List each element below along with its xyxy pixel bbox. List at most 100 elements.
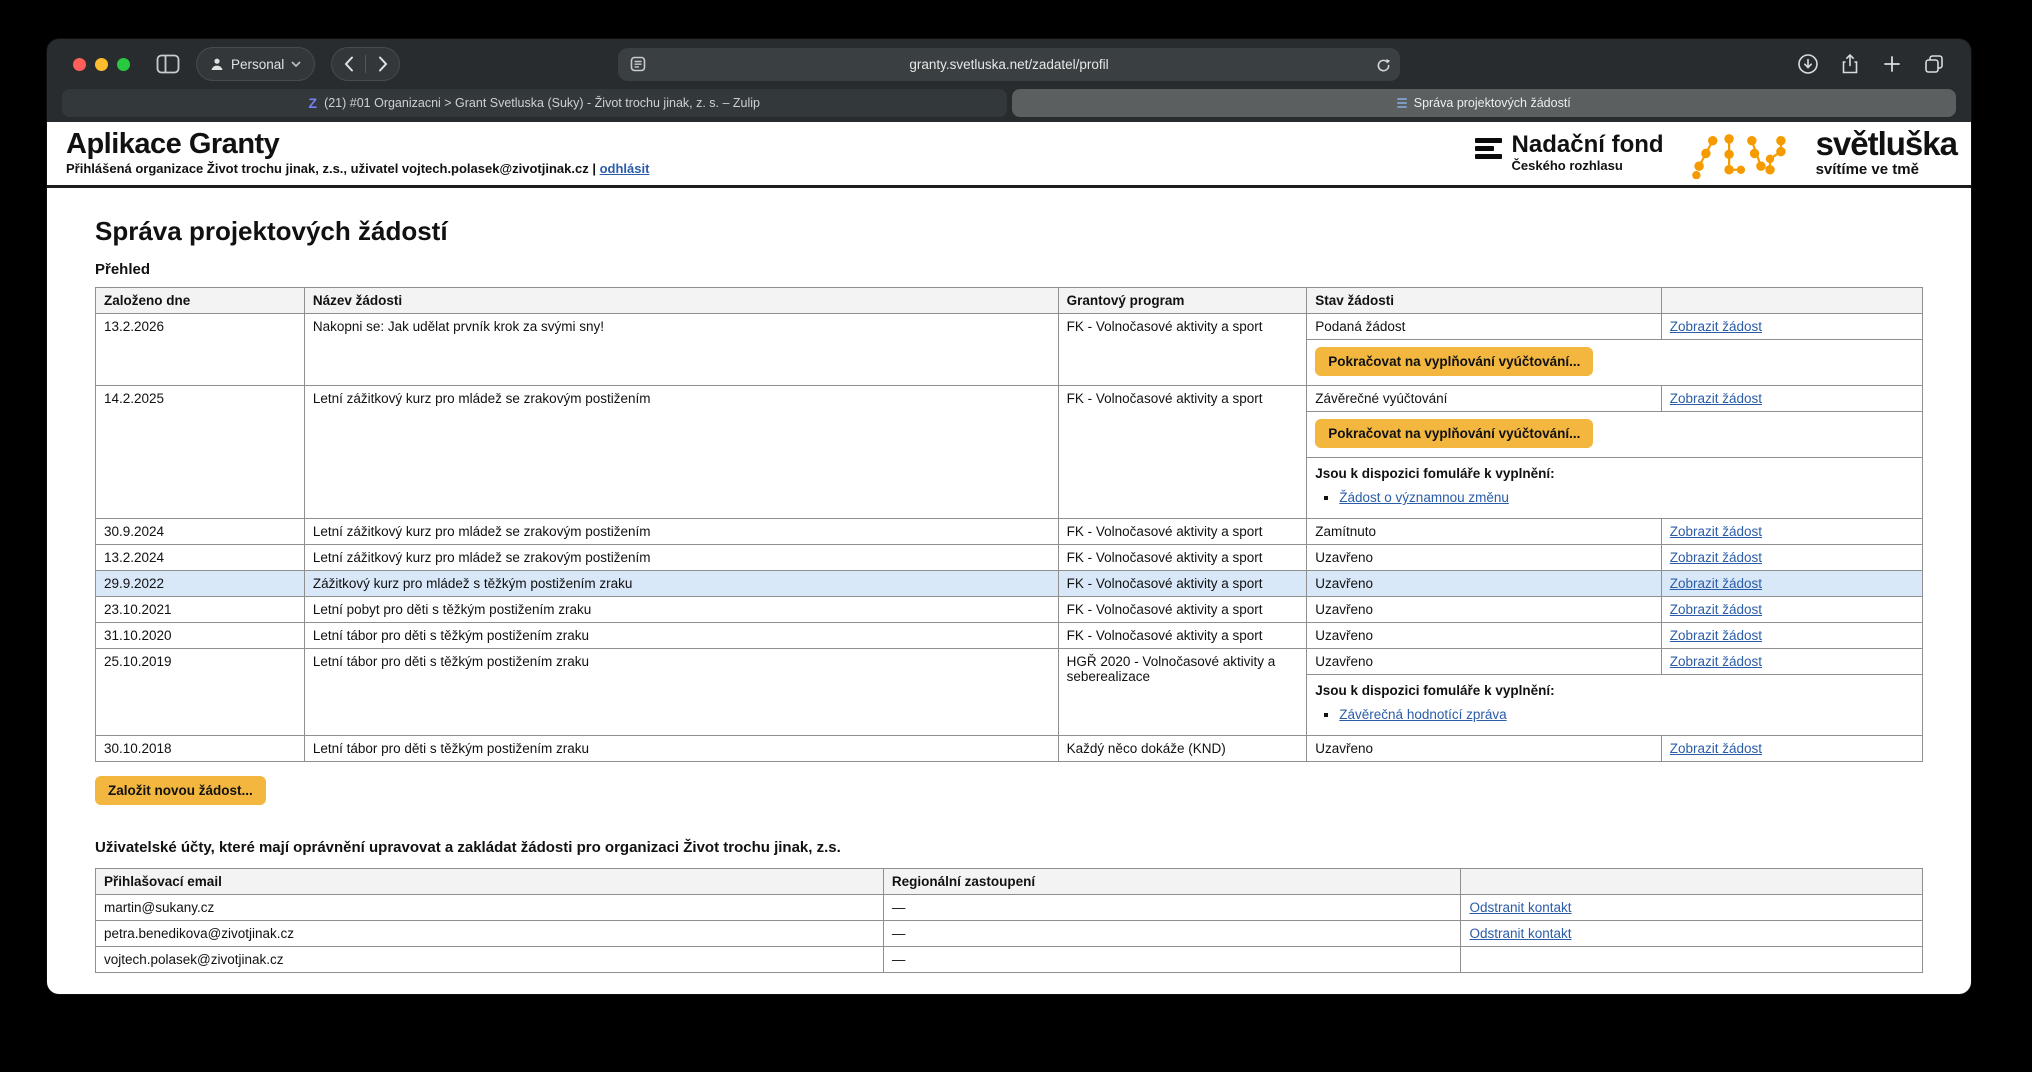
- continue-accounting-button[interactable]: Pokračovat na vyplňování vyúčtování...: [1315, 347, 1593, 376]
- col-header-status: Stav žádosti: [1307, 288, 1661, 314]
- view-application-link[interactable]: Zobrazit žádost: [1670, 576, 1762, 591]
- cell-continue: Pokračovat na vyplňování vyúčtování...: [1307, 340, 1923, 386]
- cell-region: —: [883, 921, 1461, 947]
- cell-actions: Zobrazit žádost: [1661, 736, 1922, 762]
- cell-status: Uzavřeno: [1307, 623, 1661, 649]
- cell-program: Každý něco dokáže (KND): [1058, 736, 1307, 762]
- table-header-row: Založeno dne Název žádosti Grantový prog…: [96, 288, 1923, 314]
- view-application-link[interactable]: Zobrazit žádost: [1670, 319, 1762, 334]
- reload-button[interactable]: [1372, 54, 1394, 76]
- cell-status: Uzavřeno: [1307, 571, 1661, 597]
- cell-actions: Zobrazit žádost: [1661, 314, 1922, 340]
- cell-region: —: [883, 895, 1461, 921]
- tab-overview-icon: [1923, 53, 1945, 75]
- table-row: 13.2.2024 Letní zážitkový kurz pro mláde…: [96, 545, 1923, 571]
- chevron-down-icon: [291, 61, 301, 68]
- cell-status: Uzavřeno: [1307, 545, 1661, 571]
- view-application-link[interactable]: Zobrazit žádost: [1670, 550, 1762, 565]
- main-area: Správa projektových žádostí Přehled Zalo…: [47, 216, 1971, 973]
- cell-region: —: [883, 947, 1461, 973]
- col-header-date: Založeno dne: [96, 288, 305, 314]
- cell-status: Uzavřeno: [1307, 649, 1661, 675]
- minimize-window-button[interactable]: [95, 58, 108, 71]
- profile-switcher[interactable]: Personal: [196, 47, 315, 81]
- tab-label: (21) #01 Organizacni > Grant Svetluska (…: [324, 96, 760, 110]
- remove-contact-link[interactable]: Odstranit kontakt: [1469, 900, 1571, 915]
- sidebar-toggle-button[interactable]: [156, 54, 180, 74]
- table-row: 31.10.2020 Letní tábor pro děti s těžkým…: [96, 623, 1923, 649]
- view-application-link[interactable]: Zobrazit žádost: [1670, 391, 1762, 406]
- profile-label: Personal: [231, 57, 284, 72]
- url-text: granty.svetluska.net/zadatel/profil: [909, 57, 1108, 72]
- table-row: 30.10.2018 Letní tábor pro děti s těžkým…: [96, 736, 1923, 762]
- browser-window: Personal: [47, 39, 1971, 994]
- table-row-highlighted: 29.9.2022 Zážitkový kurz pro mládež s tě…: [96, 571, 1923, 597]
- form-link[interactable]: Závěrečná hodnotící zpráva: [1339, 707, 1506, 722]
- zulip-favicon: Z: [309, 96, 318, 110]
- tab-zulip[interactable]: Z (21) #01 Organizacni > Grant Svetluska…: [62, 89, 1007, 117]
- plus-icon: [1883, 55, 1901, 73]
- nadacni-fond-subtitle: Českého rozhlasu: [1512, 158, 1664, 173]
- cell-program: FK - Volnočasové aktivity a sport: [1058, 597, 1307, 623]
- tab-overview-button[interactable]: [1917, 48, 1951, 80]
- cell-actions: Zobrazit žádost: [1661, 649, 1922, 675]
- view-application-link[interactable]: Zobrazit žádost: [1670, 628, 1762, 643]
- sidebar-icon: [156, 54, 180, 74]
- cell-date: 29.9.2022: [96, 571, 305, 597]
- share-button[interactable]: [1833, 48, 1867, 80]
- logout-link[interactable]: odhlásit: [600, 161, 650, 176]
- cell-date: 14.2.2025: [96, 386, 305, 519]
- form-link[interactable]: Žádost o významnou změnu: [1339, 490, 1509, 505]
- zoom-window-button[interactable]: [117, 58, 130, 71]
- table-row: martin@sukany.cz — Odstranit kontakt: [96, 895, 1923, 921]
- cell-program: FK - Volnočasové aktivity a sport: [1058, 545, 1307, 571]
- cell-date: 13.2.2024: [96, 545, 305, 571]
- chevron-right-icon: [378, 56, 388, 72]
- address-bar[interactable]: granty.svetluska.net/zadatel/profil: [618, 48, 1400, 81]
- new-application-button[interactable]: Založit novou žádost...: [95, 776, 266, 805]
- overview-heading: Přehled: [95, 261, 1923, 278]
- cell-status: Zamítnuto: [1307, 519, 1661, 545]
- forward-button[interactable]: [366, 48, 399, 80]
- svetluska-wordmark: světluška: [1816, 127, 1957, 160]
- forms-available-label: Jsou k dispozici fomuláře k vyplnění:: [1315, 466, 1554, 481]
- svetluska-constellation-icon: [1690, 126, 1790, 179]
- cell-actions: Odstranit kontakt: [1461, 921, 1923, 947]
- applications-table: Založeno dne Název žádosti Grantový prog…: [95, 287, 1923, 762]
- table-row: 14.2.2025 Letní zážitkový kurz pro mláde…: [96, 386, 1923, 412]
- col-header-program: Grantový program: [1058, 288, 1307, 314]
- cell-name: Letní zážitkový kurz pro mládež se zrako…: [304, 519, 1058, 545]
- view-application-link[interactable]: Zobrazit žádost: [1670, 602, 1762, 617]
- granty-favicon: [1397, 98, 1407, 108]
- view-application-link[interactable]: Zobrazit žádost: [1670, 524, 1762, 539]
- cesky-rozhlas-bars-icon: [1475, 138, 1502, 159]
- col-header-name: Název žádosti: [304, 288, 1058, 314]
- cell-name: Letní zážitkový kurz pro mládež se zrako…: [304, 545, 1058, 571]
- view-application-link[interactable]: Zobrazit žádost: [1670, 654, 1762, 669]
- back-button[interactable]: [332, 48, 365, 80]
- downloads-button[interactable]: [1791, 48, 1825, 80]
- cell-date: 23.10.2021: [96, 597, 305, 623]
- cell-name: Letní tábor pro děti s těžkým postižením…: [304, 649, 1058, 736]
- reload-icon: [1376, 58, 1391, 73]
- cell-email: martin@sukany.cz: [96, 895, 884, 921]
- table-row: 13.2.2026 Nakopni se: Jak udělat prvník …: [96, 314, 1923, 340]
- col-header-email: Přihlašovací email: [96, 869, 884, 895]
- cell-name: Letní tábor pro děti s těžkým postižením…: [304, 623, 1058, 649]
- tab-sprava-zadosti[interactable]: Správa projektových žádostí: [1012, 89, 1957, 117]
- cell-date: 31.10.2020: [96, 623, 305, 649]
- table-row: 23.10.2021 Letní pobyt pro děti s těžkým…: [96, 597, 1923, 623]
- view-application-link[interactable]: Zobrazit žádost: [1670, 741, 1762, 756]
- cell-program: FK - Volnočasové aktivity a sport: [1058, 571, 1307, 597]
- remove-contact-link[interactable]: Odstranit kontakt: [1469, 926, 1571, 941]
- toolbar-right-icons: [1791, 48, 1951, 80]
- continue-accounting-button[interactable]: Pokračovat na vyplňování vyúčtování...: [1315, 419, 1593, 448]
- col-header-region: Regionální zastoupení: [883, 869, 1461, 895]
- forms-list: Závěrečná hodnotící zpráva: [1339, 707, 1914, 722]
- site-header: Aplikace Granty Přihlášená organizace Ži…: [47, 122, 1971, 188]
- new-tab-button[interactable]: [1875, 48, 1909, 80]
- page-menu-icon[interactable]: [630, 56, 646, 72]
- col-header-actions: [1661, 288, 1922, 314]
- close-window-button[interactable]: [73, 58, 86, 71]
- accounts-table: Přihlašovací email Regionální zastoupení…: [95, 868, 1923, 973]
